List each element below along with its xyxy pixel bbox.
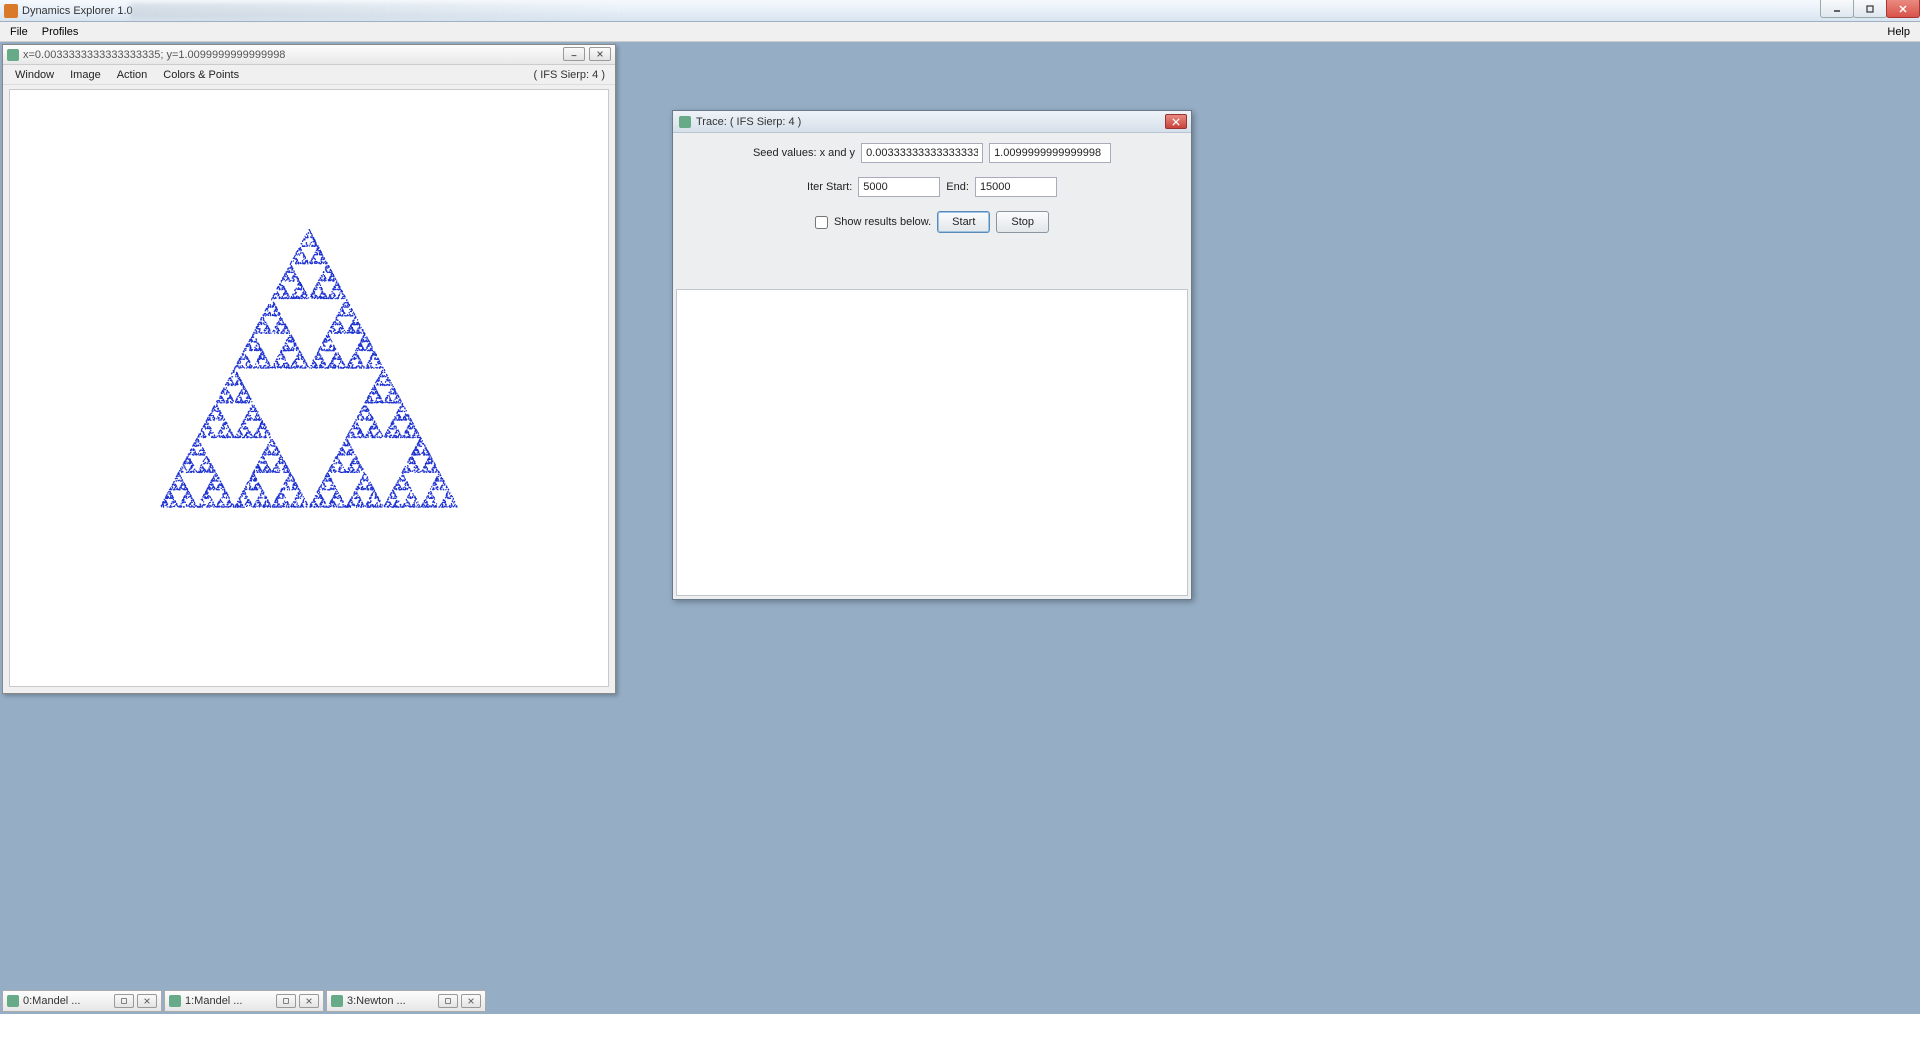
- app-title: Dynamics Explorer 1.0: [22, 5, 133, 17]
- menu-action[interactable]: Action: [111, 67, 154, 83]
- minimized-windows-bar: 0:Mandel ... 1:Mandel ... 3:Newton ...: [2, 990, 486, 1012]
- trace-close-button[interactable]: [1165, 114, 1187, 129]
- close-icon: [142, 997, 152, 1005]
- fractal-canvas[interactable]: [9, 89, 609, 687]
- workspace-area: x=0.0033333333333333335; y=1.00999999999…: [0, 42, 1920, 1014]
- menu-colors-points[interactable]: Colors & Points: [157, 67, 245, 83]
- show-results-label: Show results below.: [834, 216, 931, 228]
- fractal-menubar: Window Image Action Colors & Points ( IF…: [3, 65, 615, 85]
- restore-icon: [443, 997, 453, 1005]
- trace-title: Trace: ( IFS Sierp: 4 ): [696, 116, 801, 128]
- os-titlebar: Dynamics Explorer 1.0: [0, 0, 1920, 22]
- iter-start-label: Iter Start:: [807, 181, 852, 193]
- show-results-checkbox[interactable]: [815, 216, 828, 229]
- menu-file[interactable]: File: [4, 24, 34, 40]
- minimized-window[interactable]: 3:Newton ...: [326, 990, 486, 1012]
- background-tabs-blur: [130, 3, 630, 19]
- seed-label: Seed values: x and y: [753, 147, 855, 159]
- restore-button[interactable]: [276, 994, 296, 1008]
- iter-end-input[interactable]: [975, 177, 1057, 197]
- restore-icon: [119, 997, 129, 1005]
- menu-profiles[interactable]: Profiles: [36, 24, 85, 40]
- restore-button[interactable]: [438, 994, 458, 1008]
- trace-dialog: Trace: ( IFS Sierp: 4 ) Seed values: x a…: [672, 110, 1192, 600]
- minimize-button[interactable]: [1820, 0, 1854, 18]
- restore-button[interactable]: [114, 994, 134, 1008]
- minimize-icon: [1832, 4, 1842, 14]
- fractal-tag: ( IFS Sierp: 4 ): [533, 69, 609, 81]
- close-icon: [1898, 4, 1908, 14]
- window-icon: [7, 49, 19, 61]
- iter-end-label: End:: [946, 181, 969, 193]
- trace-results-area: [676, 289, 1188, 596]
- trace-titlebar[interactable]: Trace: ( IFS Sierp: 4 ): [673, 111, 1191, 133]
- fractal-window: x=0.0033333333333333335; y=1.00999999999…: [2, 44, 616, 694]
- maximize-button[interactable]: [1853, 0, 1887, 18]
- minimized-label: 0:Mandel ...: [23, 995, 110, 1007]
- close-icon: [595, 50, 605, 58]
- close-button[interactable]: [299, 994, 319, 1008]
- minimized-window[interactable]: 1:Mandel ...: [164, 990, 324, 1012]
- menu-image[interactable]: Image: [64, 67, 107, 83]
- minimized-label: 3:Newton ...: [347, 995, 434, 1007]
- fractal-window-title: x=0.0033333333333333335; y=1.00999999999…: [23, 49, 285, 61]
- minimize-icon: [569, 50, 579, 58]
- seed-y-input[interactable]: [989, 143, 1111, 163]
- fractal-close-button[interactable]: [589, 47, 611, 61]
- fractal-minimize-button[interactable]: [563, 47, 585, 61]
- stop-button[interactable]: Stop: [996, 211, 1049, 233]
- close-icon: [466, 997, 476, 1005]
- window-icon: [7, 995, 19, 1007]
- fractal-window-titlebar[interactable]: x=0.0033333333333333335; y=1.00999999999…: [3, 45, 615, 65]
- sierpinski-triangle-icon: [10, 90, 608, 686]
- app-menubar: File Profiles Help: [0, 22, 1920, 42]
- close-button[interactable]: [1886, 0, 1920, 18]
- restore-icon: [281, 997, 291, 1005]
- start-button[interactable]: Start: [937, 211, 990, 233]
- minimized-window[interactable]: 0:Mandel ...: [2, 990, 162, 1012]
- menu-help[interactable]: Help: [1881, 24, 1916, 40]
- window-icon: [169, 995, 181, 1007]
- iter-start-input[interactable]: [858, 177, 940, 197]
- close-icon: [1172, 118, 1180, 126]
- seed-x-input[interactable]: [861, 143, 983, 163]
- minimized-label: 1:Mandel ...: [185, 995, 272, 1007]
- close-button[interactable]: [461, 994, 481, 1008]
- window-icon: [331, 995, 343, 1007]
- close-button[interactable]: [137, 994, 157, 1008]
- menu-window[interactable]: Window: [9, 67, 60, 83]
- app-icon: [4, 4, 18, 18]
- close-icon: [304, 997, 314, 1005]
- window-icon: [679, 116, 691, 128]
- maximize-icon: [1865, 4, 1875, 14]
